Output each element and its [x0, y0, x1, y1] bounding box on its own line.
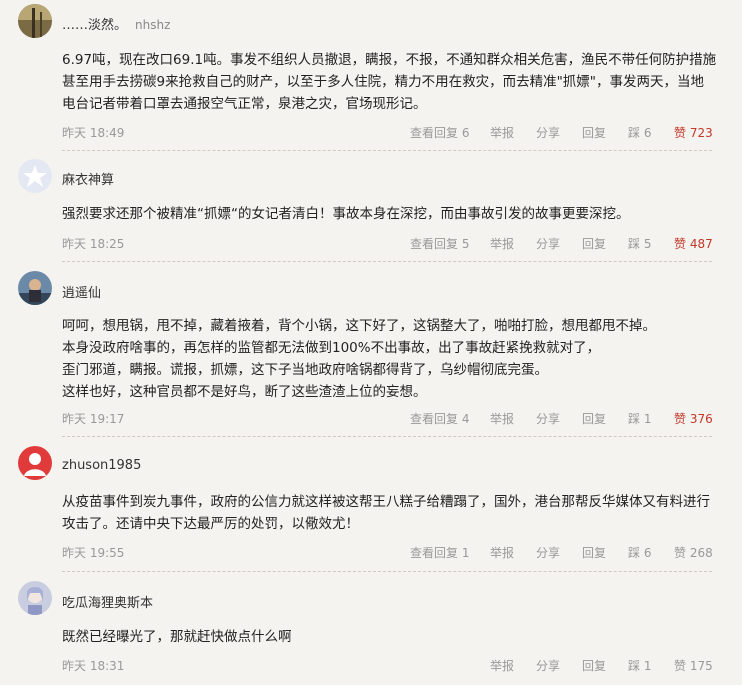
comment-meta: 昨天 18:25 查看回复 5 举报 分享 回复 踩 5 赞 487	[62, 235, 713, 253]
divider	[62, 571, 712, 572]
reply-button[interactable]: 回复	[582, 544, 606, 561]
like-button[interactable]: 赞 376	[674, 410, 713, 427]
comment-meta: 昨天 19:17 查看回复 4 举报 分享 回复 踩 1 赞 376	[62, 410, 713, 428]
username-label[interactable]: 逍遥仙	[62, 286, 101, 301]
report-button[interactable]: 举报	[490, 657, 514, 674]
share-button[interactable]: 分享	[536, 657, 560, 674]
divider	[62, 261, 712, 262]
reply-button[interactable]: 回复	[582, 124, 606, 141]
dislike-button[interactable]: 踩 6	[628, 544, 651, 561]
timestamp: 昨天 19:55	[62, 546, 125, 560]
avatar[interactable]	[18, 4, 52, 38]
view-replies-button[interactable]: 查看回复 1	[410, 544, 469, 561]
username-label[interactable]: zhuson1985	[62, 458, 141, 473]
divider	[62, 150, 712, 151]
username-label[interactable]: 吃瓜海狸奥斯本	[62, 596, 153, 611]
comment-line: 从疫苗事件到炭九事件，政府的公信力就这样被这帮王八糕子给糟蹋了，国外，港台那帮反…	[62, 494, 710, 510]
comment-meta: 昨天 18:31 举报 分享 回复 踩 1 赞 175	[62, 657, 713, 675]
divider	[62, 436, 712, 437]
comment-text: 6.97吨，现在改口69.1吨。事发不组织人员撤退，瞒报，不报，不通知群众相关危…	[62, 49, 717, 115]
comment-line: 既然已经曝光了，那就赶快做点什么啊	[62, 629, 292, 645]
view-replies-button[interactable]: 查看回复 4	[410, 410, 469, 427]
report-button[interactable]: 举报	[490, 124, 514, 141]
comment-text: 既然已经曝光了，那就赶快做点什么啊	[62, 626, 712, 648]
dislike-button[interactable]: 踩 1	[628, 657, 651, 674]
avatar[interactable]	[18, 159, 52, 193]
username[interactable]: 麻衣神算	[62, 169, 114, 188]
username[interactable]: ……淡然。 nhshz	[62, 14, 170, 33]
reply-button[interactable]: 回复	[582, 657, 606, 674]
like-button[interactable]: 赞 175	[674, 657, 713, 674]
avatar[interactable]	[18, 446, 52, 480]
like-button[interactable]: 赞 268	[674, 544, 713, 561]
dislike-button[interactable]: 踩 6	[628, 124, 651, 141]
share-button[interactable]: 分享	[536, 544, 560, 561]
view-replies-button[interactable]: 查看回复 5	[410, 235, 469, 252]
comment-line: 歪门邪道，瞒报。谎报，抓嫖，这下子当地政府啥锅都得背了，乌纱帽彻底完蛋。	[62, 362, 548, 378]
comment-line: 甚至用手去捞碳9来抢救自己的财产，以至于多人住院，精力不用在救灾，而去精准"抓嫖…	[62, 74, 705, 90]
avatar[interactable]	[18, 581, 52, 615]
comment-meta: 昨天 18:49 查看回复 6 举报 分享 回复 踩 6 赞 723	[62, 124, 713, 142]
report-button[interactable]: 举报	[490, 544, 514, 561]
view-replies-button[interactable]: 查看回复 6	[410, 124, 469, 141]
comment-line: 这样也好，这种官员都不是好鸟，断了这些渣渣上位的妄想。	[62, 384, 427, 400]
comment-line: 强烈要求还那个被精准“抓嫖“的女记者清白！事故本身在深挖，而由事故引发的故事更要…	[62, 206, 630, 222]
timestamp: 昨天 18:31	[62, 659, 125, 673]
reply-button[interactable]: 回复	[582, 410, 606, 427]
username-sub: nhshz	[135, 18, 171, 32]
dislike-button[interactable]: 踩 1	[628, 410, 651, 427]
username[interactable]: zhuson1985	[62, 458, 141, 473]
comment-line: 6.97吨，现在改口69.1吨。事发不组织人员撤退，瞒报，不报，不通知群众相关危…	[62, 52, 717, 68]
dislike-button[interactable]: 踩 5	[628, 235, 651, 252]
like-button[interactable]: 赞 723	[674, 124, 713, 141]
share-button[interactable]: 分享	[536, 410, 560, 427]
username[interactable]: 逍遥仙	[62, 282, 101, 301]
timestamp: 昨天 18:25	[62, 237, 125, 251]
report-button[interactable]: 举报	[490, 410, 514, 427]
comment-line: 攻击了。还请中央下达最严厉的处罚，以儆效尤！	[62, 516, 359, 532]
comment-text: 呵呵，想甩锅，甩不掉，藏着掖着，背个小锅，这下好了，这锅整大了，啪啪打脸，想甩都…	[62, 315, 712, 403]
share-button[interactable]: 分享	[536, 124, 560, 141]
username-label[interactable]: 麻衣神算	[62, 173, 114, 188]
comment-line: 电台记者带着口罩去通报空气正常，泉港之灾，官场现形记。	[62, 96, 427, 112]
timestamp: 昨天 18:49	[62, 126, 125, 140]
comment-line: 本身没政府啥事的，再怎样的监管都无法做到100%不出事故，出了事故赶紧挽救就对了…	[62, 340, 601, 356]
comment-meta: 昨天 19:55 查看回复 1 举报 分享 回复 踩 6 赞 268	[62, 544, 713, 562]
avatar[interactable]	[18, 271, 52, 305]
like-button[interactable]: 赞 487	[674, 235, 713, 252]
username[interactable]: 吃瓜海狸奥斯本	[62, 592, 153, 611]
reply-button[interactable]: 回复	[582, 235, 606, 252]
comment-text: 强烈要求还那个被精准“抓嫖“的女记者清白！事故本身在深挖，而由事故引发的故事更要…	[62, 203, 712, 225]
share-button[interactable]: 分享	[536, 235, 560, 252]
username-label[interactable]: ……淡然。	[62, 18, 127, 33]
comment-line: 呵呵，想甩锅，甩不掉，藏着掖着，背个小锅，这下好了，这锅整大了，啪啪打脸，想甩都…	[62, 318, 656, 334]
timestamp: 昨天 19:17	[62, 412, 125, 426]
comment-text: 从疫苗事件到炭九事件，政府的公信力就这样被这帮王八糕子给糟蹋了，国外，港台那帮反…	[62, 491, 712, 535]
report-button[interactable]: 举报	[490, 235, 514, 252]
